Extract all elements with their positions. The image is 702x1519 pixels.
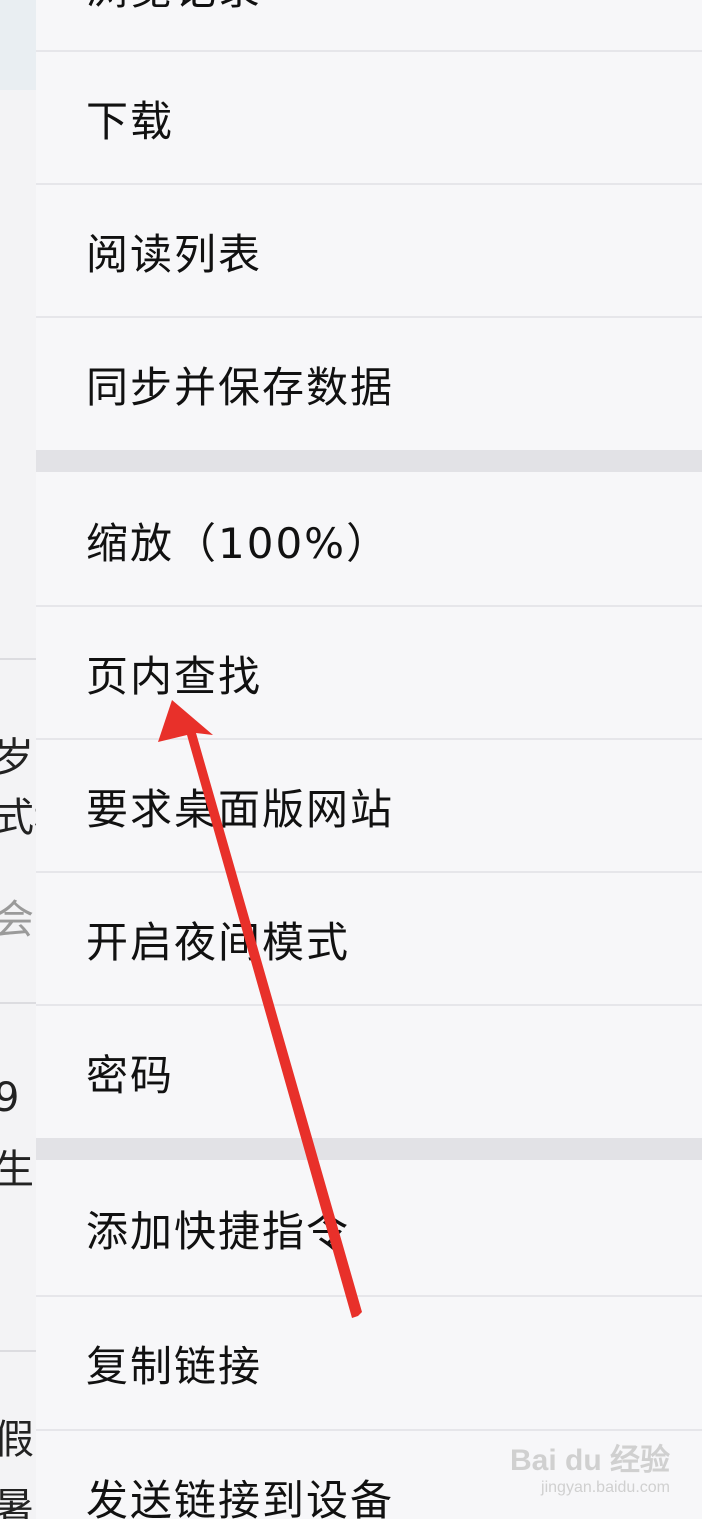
menu-item-reading-list[interactable]: 阅读列表 xyxy=(36,185,702,317)
menu-item-find-in-page[interactable]: 页内查找 xyxy=(36,607,702,739)
menu-item-label: 缩放（100%） xyxy=(86,518,391,568)
menu-item-label: 同步并保存数据 xyxy=(86,362,395,412)
menu-item-zoom[interactable]: 缩放（100%） xyxy=(36,474,702,606)
menu-item-label: 阅读列表 xyxy=(86,229,263,279)
menu-item-label: 复制链接 xyxy=(86,1341,263,1391)
watermark-main: Bai du 经验 xyxy=(509,1444,670,1477)
baidu-jingyan-watermark: Bai du 经验 jingyan.baidu.com xyxy=(510,1435,670,1497)
menu-item-label: 添加快捷指令 xyxy=(86,1206,351,1256)
menu-item-label: 要求桌面版网站 xyxy=(86,784,395,834)
browser-menu: 浏览记录 下载 阅读列表 同步并保存数据 缩放（100%） 页内查找 要求桌面版… xyxy=(36,0,702,1519)
menu-item-label: 下载 xyxy=(86,96,175,146)
section-separator xyxy=(36,450,702,472)
background-text: 9 xyxy=(0,1075,20,1121)
menu-item-copy-link[interactable]: 复制链接 xyxy=(36,1297,702,1429)
menu-item-label: 开启夜间模式 xyxy=(86,917,351,967)
menu-item-add-shortcut[interactable]: 添加快捷指令 xyxy=(36,1162,702,1294)
section-separator xyxy=(36,1138,702,1160)
menu-item-label: 页内查找 xyxy=(86,651,263,701)
menu-item-downloads[interactable]: 下载 xyxy=(36,52,702,184)
menu-item-label: 浏览记录 xyxy=(86,0,262,17)
menu-item-night-mode[interactable]: 开启夜间模式 xyxy=(36,873,702,1005)
background-text: 暑 xyxy=(0,1485,34,1519)
watermark-sub: jingyan.baidu.com xyxy=(541,1479,670,1496)
menu-item-label: 密码 xyxy=(86,1050,175,1100)
menu-item-label: 发送链接到设备 xyxy=(86,1475,395,1519)
menu-item-sync-data[interactable]: 同步并保存数据 xyxy=(36,318,702,450)
background-text: 生 xyxy=(0,1147,34,1193)
menu-item-passwords[interactable]: 密码 xyxy=(36,1006,702,1138)
menu-item-desktop-site[interactable]: 要求桌面版网站 xyxy=(36,740,702,872)
background-text: 会 xyxy=(0,897,34,943)
menu-item-history[interactable]: 浏览记录 xyxy=(36,0,702,52)
background-text: 假 xyxy=(0,1417,34,1463)
